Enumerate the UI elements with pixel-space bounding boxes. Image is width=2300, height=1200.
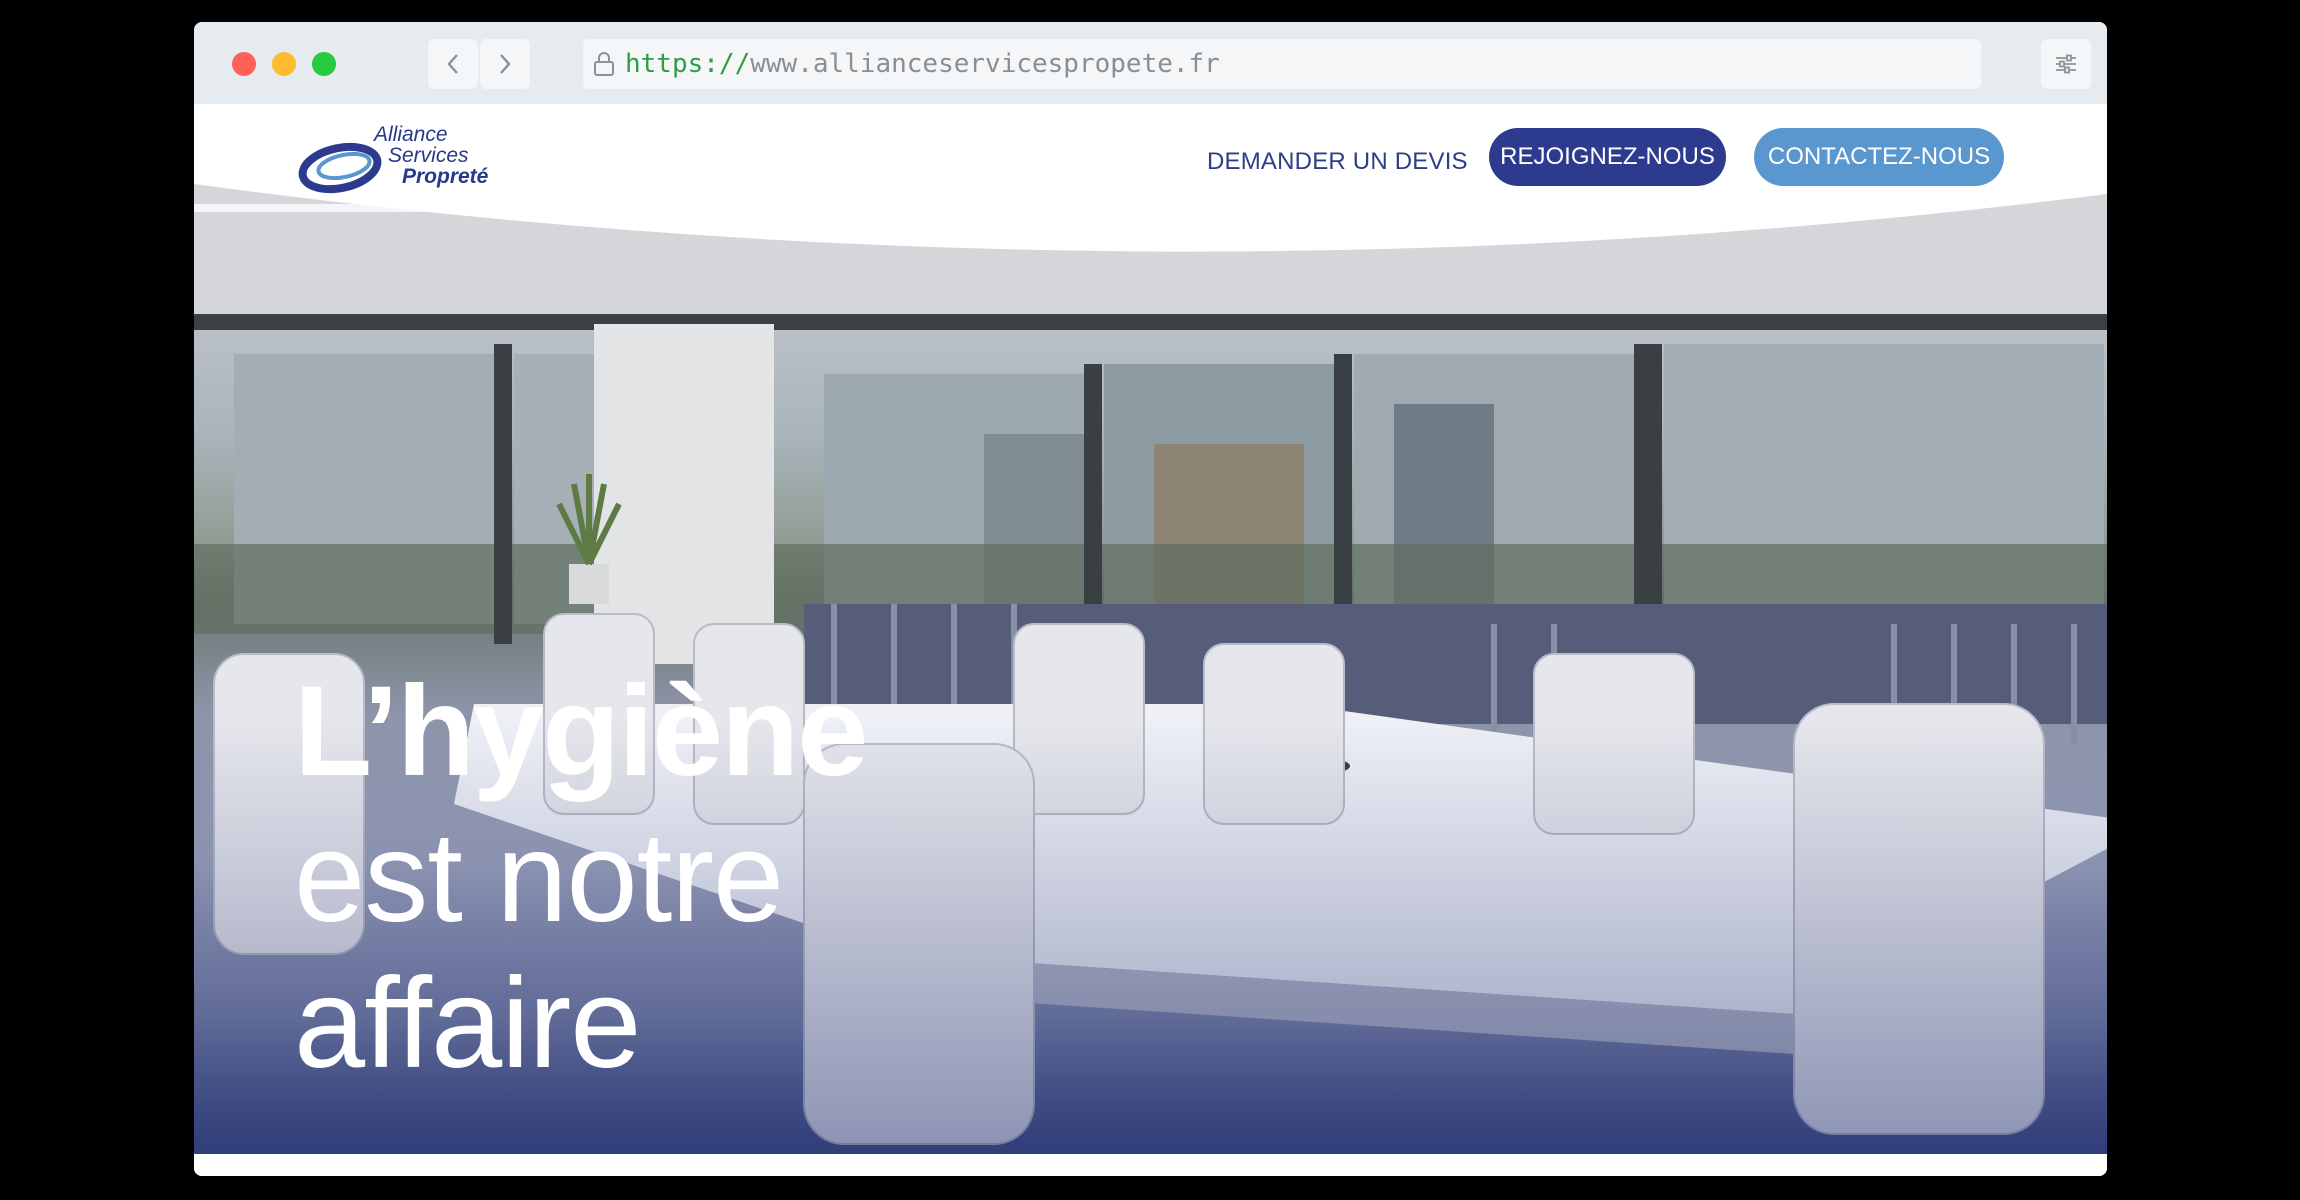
section-divider	[194, 1154, 2107, 1176]
chevron-left-icon	[447, 54, 458, 74]
logo-line-2: Services	[388, 144, 469, 167]
minimize-window-icon[interactable]	[272, 52, 296, 76]
contact-us-button[interactable]: CONTACTEZ-NOUS	[1754, 128, 2004, 186]
page-viewport: Alliance Services Propreté DEMANDER UN D…	[194, 104, 2107, 1176]
sliders-icon	[2056, 54, 2076, 74]
address-bar[interactable]: https://www.allianceservicespropete.fr	[583, 39, 1981, 89]
site-logo[interactable]: Alliance Services Propreté	[298, 124, 528, 204]
close-window-icon[interactable]	[232, 52, 256, 76]
request-quote-link[interactable]: DEMANDER UN DEVIS	[1207, 148, 1468, 176]
headline-line-2: est notre	[294, 806, 784, 949]
logo-line-1: Alliance	[374, 123, 448, 146]
join-us-button[interactable]: REJOIGNEZ-NOUS	[1489, 128, 1726, 186]
browser-toolbar: https://www.allianceservicespropete.fr	[194, 22, 2107, 105]
browser-window: https://www.allianceservicespropete.fr A…	[194, 22, 2107, 1176]
logo-wordmark: Alliance Services Propreté	[374, 124, 488, 187]
url-host: www.allianceservicespropete.fr	[750, 49, 1220, 79]
forward-button[interactable]	[480, 39, 530, 89]
maximize-window-icon[interactable]	[312, 52, 336, 76]
settings-sliders-button[interactable]	[2041, 39, 2091, 89]
logo-line-3: Propreté	[402, 165, 489, 188]
lock-icon	[593, 51, 615, 77]
site-header: Alliance Services Propreté DEMANDER UN D…	[194, 104, 2107, 234]
url-scheme: https://	[625, 49, 751, 79]
headline-line-3: affaire	[294, 952, 641, 1095]
headline-line-1: L’hygiène	[294, 660, 868, 803]
chevron-right-icon	[500, 54, 511, 74]
back-button[interactable]	[428, 39, 478, 89]
hero-headline: L’hygiène est notre affaire	[294, 659, 868, 1097]
